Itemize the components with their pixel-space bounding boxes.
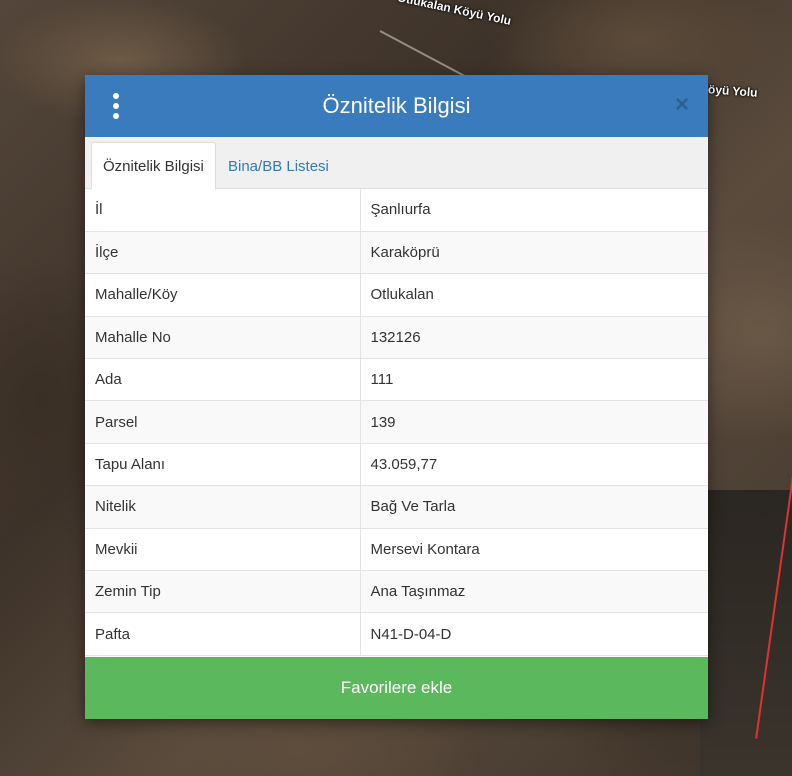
table-row: Ada 111	[85, 358, 708, 402]
row-key: Ada	[85, 358, 361, 402]
table-row: Mevkii Mersevi Kontara	[85, 528, 708, 572]
table-row: Mahalle No 132126	[85, 316, 708, 360]
tab-bar: Öznitelik Bilgisi Bina/BB Listesi	[85, 137, 708, 190]
table-row: İlçe Karaköprü	[85, 231, 708, 275]
row-key: İl	[85, 189, 361, 232]
row-value: N41-D-04-D	[360, 612, 708, 656]
add-to-favorites-button[interactable]: Favorilere ekle	[85, 657, 708, 719]
row-value: Karaköprü	[360, 231, 708, 275]
table-row: Nitelik Bağ Ve Tarla	[85, 485, 708, 529]
row-key: İlçe	[85, 231, 361, 275]
tab-building-list[interactable]: Bina/BB Listesi	[217, 142, 340, 190]
row-value: 132126	[360, 316, 708, 360]
table-row: Parsel 139	[85, 400, 708, 444]
row-value: 139	[360, 400, 708, 444]
row-key: Mahalle/Köy	[85, 273, 361, 317]
row-value: Şanlıurfa	[360, 189, 708, 232]
row-value: Otlukalan	[360, 273, 708, 317]
tab-attribute-info[interactable]: Öznitelik Bilgisi	[91, 142, 216, 190]
map-tile-dark	[700, 490, 792, 776]
row-key: Mevkii	[85, 528, 361, 572]
row-value: Bağ Ve Tarla	[360, 485, 708, 529]
row-key: Parsel	[85, 400, 361, 444]
close-icon[interactable]: ×	[672, 93, 692, 117]
dialog-title: Öznitelik Bilgisi	[322, 93, 471, 118]
kebab-menu-icon[interactable]	[109, 93, 123, 119]
row-key: Zemin Tip	[85, 570, 361, 614]
row-value: 111	[360, 358, 708, 402]
table-row: Tapu Alanı 43.059,77	[85, 443, 708, 487]
table-row: Pafta N41-D-04-D	[85, 612, 708, 656]
dialog-header: Öznitelik Bilgisi ×	[85, 75, 708, 137]
row-value: 43.059,77	[360, 443, 708, 487]
attribute-info-dialog: Öznitelik Bilgisi × Öznitelik Bilgisi Bi…	[85, 75, 708, 719]
row-key: Pafta	[85, 612, 361, 656]
table-row: İl Şanlıurfa	[85, 189, 708, 232]
table-row: Zemin Tip Ana Taşınmaz	[85, 570, 708, 614]
row-key: Nitelik	[85, 485, 361, 529]
row-value: Ana Taşınmaz	[360, 570, 708, 614]
row-key: Mahalle No	[85, 316, 361, 360]
table-row: Mahalle/Köy Otlukalan	[85, 273, 708, 317]
attribute-table: İl Şanlıurfa İlçe Karaköprü Mahalle/Köy …	[85, 189, 708, 656]
row-value: Mersevi Kontara	[360, 528, 708, 572]
row-key: Tapu Alanı	[85, 443, 361, 487]
